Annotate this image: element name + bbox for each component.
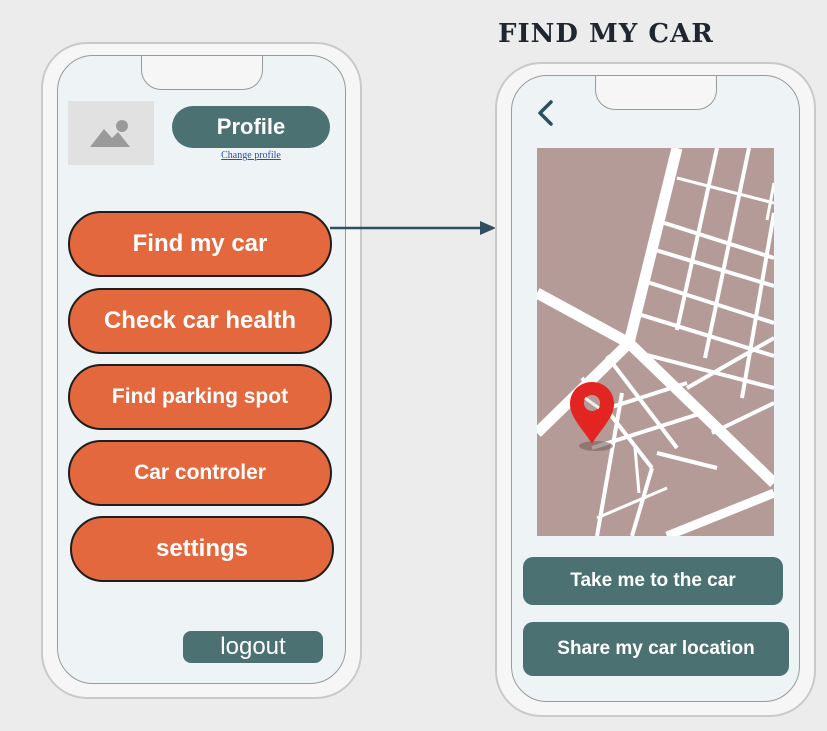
- check-car-health-label: Check car health: [103, 307, 297, 334]
- left-phone-notch: [140, 56, 263, 90]
- navigation-arrow: [330, 221, 496, 235]
- image-placeholder-icon: [90, 120, 130, 147]
- find-parking-spot-label: Find parking spot: [111, 385, 289, 408]
- settings-label: settings: [155, 535, 248, 562]
- map-pin-icon[interactable]: [566, 380, 618, 456]
- logout-label: logout: [220, 633, 286, 660]
- profile-button-label: Profile: [216, 114, 286, 139]
- map-streets: [537, 148, 774, 536]
- take-me-to-car-label: Take me to the car: [570, 570, 736, 591]
- profile-button[interactable]: Profile: [172, 106, 330, 148]
- find-my-car-label: Find my car: [132, 230, 268, 257]
- change-profile-link[interactable]: Change profile: [208, 150, 294, 161]
- take-me-to-car-button[interactable]: Take me to the car: [523, 557, 783, 605]
- find-parking-spot-button[interactable]: Find parking spot: [68, 364, 332, 430]
- avatar[interactable]: [68, 101, 154, 165]
- car-controler-label: Car controler: [134, 461, 266, 484]
- share-car-location-label: Share my car location: [557, 638, 755, 659]
- screen-title: FIND MY CAR: [498, 19, 714, 49]
- find-my-car-button[interactable]: Find my car: [68, 211, 332, 277]
- car-controler-button[interactable]: Car controler: [68, 440, 332, 506]
- chevron-left-icon[interactable]: [534, 98, 558, 128]
- logout-button[interactable]: logout: [183, 631, 323, 663]
- share-car-location-button[interactable]: Share my car location: [523, 622, 789, 676]
- check-car-health-button[interactable]: Check car health: [68, 288, 332, 354]
- settings-button[interactable]: settings: [70, 516, 334, 582]
- right-phone-notch: [594, 76, 717, 110]
- map-view[interactable]: [537, 148, 774, 536]
